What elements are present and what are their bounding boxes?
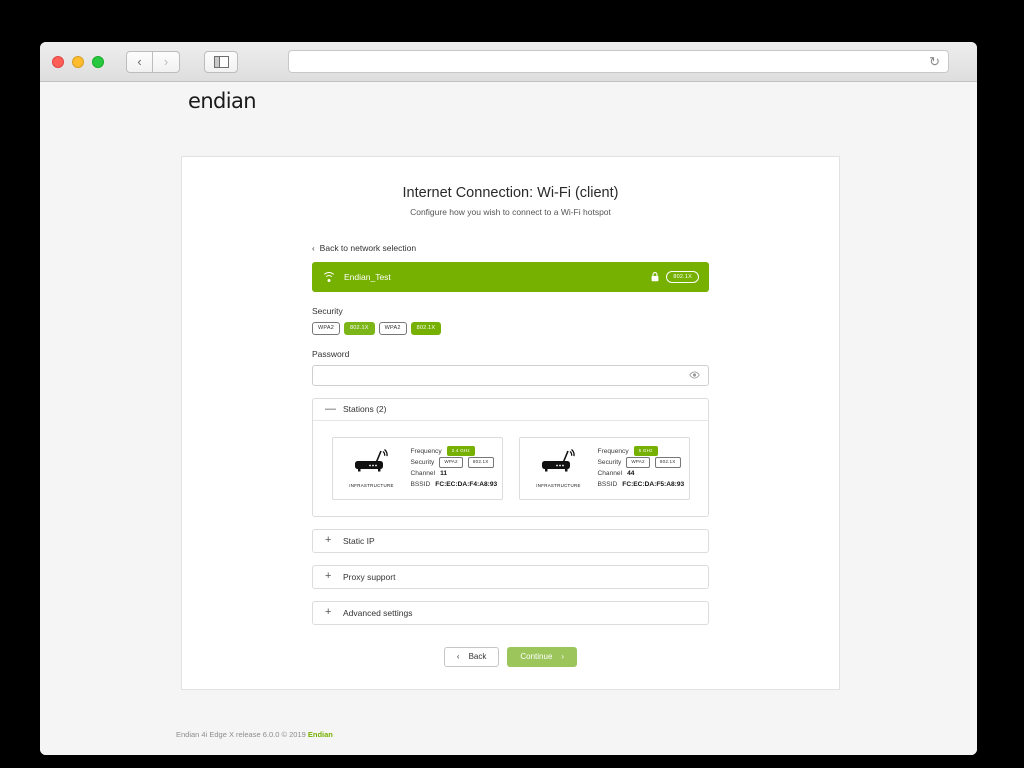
stations-accordion: — Stations (2) INFRASTRUCTURE Frequency … bbox=[312, 397, 709, 517]
channel-label: Channel bbox=[597, 470, 623, 478]
advanced-settings-accordion-header[interactable]: + Advanced settings bbox=[313, 602, 708, 624]
address-bar[interactable]: ↻ bbox=[288, 50, 949, 73]
security-badge: 802.1X bbox=[343, 322, 375, 335]
advanced-settings-accordion: + Advanced settings bbox=[312, 600, 709, 625]
channel-value: 11 bbox=[440, 470, 448, 478]
station-details: Frequency 5 GHz Security WPA2 802.1X Cha… bbox=[597, 445, 685, 491]
network-ssid: Endian_Test bbox=[344, 272, 391, 282]
station-card[interactable]: INFRASTRUCTURE Frequency 2.4 GHz Securit… bbox=[331, 436, 503, 500]
station-mode-label: INFRASTRUCTURE bbox=[349, 483, 394, 489]
plus-icon: + bbox=[325, 570, 332, 583]
proxy-support-accordion-title: Proxy support bbox=[343, 571, 396, 582]
security-label: Security bbox=[410, 458, 435, 466]
security-label: Security bbox=[597, 458, 622, 466]
back-navigation-button[interactable]: ‹ bbox=[126, 50, 153, 73]
reload-icon[interactable]: ↻ bbox=[929, 55, 940, 68]
back-to-network-selection-link[interactable]: ‹ Back to network selection bbox=[312, 243, 709, 253]
footer-text: Endian 4i Edge X release 6.0.0 © 2019 bbox=[176, 730, 308, 739]
station-security-badge: WPA2 bbox=[626, 457, 650, 468]
sidebar-icon bbox=[213, 55, 229, 68]
stations-accordion-body: INFRASTRUCTURE Frequency 2.4 GHz Securit… bbox=[313, 421, 708, 516]
browser-window: ‹ › ↻ endian Internet Connection: Wi-Fi … bbox=[40, 42, 977, 755]
security-badge-list: WPA2 802.1X WPA2 802.1X bbox=[312, 322, 709, 335]
minimize-window-button[interactable] bbox=[72, 55, 84, 68]
proxy-support-accordion: + Proxy support bbox=[312, 564, 709, 589]
plus-icon: + bbox=[325, 534, 332, 547]
plus-icon: + bbox=[325, 606, 332, 619]
browser-titlebar: ‹ › ↻ bbox=[40, 42, 977, 82]
continue-button-label: Continue bbox=[520, 652, 553, 662]
back-button-label: Back bbox=[468, 652, 487, 662]
static-ip-accordion: + Static IP bbox=[312, 528, 709, 553]
static-ip-accordion-title: Static IP bbox=[343, 535, 375, 546]
bssid-label: BSSID bbox=[597, 481, 618, 489]
stations-list: INFRASTRUCTURE Frequency 2.4 GHz Securit… bbox=[325, 436, 696, 500]
advanced-settings-accordion-title: Advanced settings bbox=[343, 607, 413, 618]
footer-brand-link[interactable]: Endian bbox=[308, 730, 333, 739]
station-details: Frequency 2.4 GHz Security WPA2 802.1X C… bbox=[410, 445, 498, 491]
eye-icon[interactable] bbox=[689, 371, 700, 379]
maximize-window-button[interactable] bbox=[92, 55, 104, 68]
password-input[interactable] bbox=[321, 369, 689, 381]
wizard-card: Internet Connection: Wi-Fi (client) Conf… bbox=[181, 156, 840, 690]
selected-network-row[interactable]: Endian_Test 802.1X bbox=[312, 262, 709, 292]
bssid-value: FC:EC:DA:F4:A8:93 bbox=[435, 481, 498, 489]
lock-icon bbox=[651, 272, 659, 282]
station-graphic: INFRASTRUCTURE bbox=[528, 448, 590, 488]
station-card[interactable]: INFRASTRUCTURE Frequency 5 GHz Security bbox=[518, 436, 690, 500]
channel-label: Channel bbox=[410, 470, 436, 478]
password-label: Password bbox=[312, 348, 350, 359]
frequency-label: Frequency bbox=[597, 447, 629, 455]
chevron-right-icon: › bbox=[163, 54, 169, 69]
stations-accordion-header[interactable]: — Stations (2) bbox=[313, 399, 708, 421]
bssid-value: FC:EC:DA:F5:A8:93 bbox=[622, 481, 685, 489]
page-footer: Endian 4i Edge X release 6.0.0 © 2019 En… bbox=[40, 730, 977, 755]
router-icon bbox=[541, 449, 575, 472]
page-title: Internet Connection: Wi-Fi (client) bbox=[402, 185, 619, 201]
nav-buttons: ‹ › bbox=[126, 50, 180, 73]
proxy-support-accordion-header[interactable]: + Proxy support bbox=[313, 566, 708, 588]
web-page: endian Internet Connection: Wi-Fi (clien… bbox=[40, 82, 977, 755]
back-link-label: Back to network selection bbox=[319, 243, 417, 253]
forward-navigation-button[interactable]: › bbox=[153, 50, 180, 73]
chevron-left-icon: ‹ bbox=[456, 652, 460, 662]
show-sidebar-button[interactable] bbox=[204, 50, 238, 73]
continue-button[interactable]: Continue › bbox=[507, 646, 578, 667]
password-field-wrapper[interactable] bbox=[312, 364, 709, 386]
window-controls bbox=[52, 55, 104, 68]
security-badge: WPA2 bbox=[312, 322, 340, 335]
chevron-left-icon: ‹ bbox=[312, 243, 315, 253]
frequency-value: 2.4 GHz bbox=[446, 445, 475, 457]
minus-icon: — bbox=[325, 402, 336, 415]
wifi-icon bbox=[322, 271, 336, 283]
close-window-button[interactable] bbox=[52, 55, 64, 68]
chevron-right-icon: › bbox=[561, 652, 565, 662]
stations-accordion-title: Stations (2) bbox=[343, 404, 387, 414]
site-header: endian bbox=[40, 82, 977, 120]
station-security-badge: WPA2 bbox=[439, 457, 463, 468]
static-ip-accordion-header[interactable]: + Static IP bbox=[313, 530, 708, 552]
router-icon bbox=[354, 449, 388, 472]
bssid-label: BSSID bbox=[410, 481, 431, 489]
wizard-body: ‹ Back to network selection Endian_Test bbox=[182, 243, 839, 667]
back-button[interactable]: ‹ Back bbox=[443, 646, 500, 667]
frequency-value: 5 GHz bbox=[633, 445, 658, 457]
station-security-badge: 802.1X bbox=[654, 457, 681, 468]
network-security-badge: 802.1X bbox=[666, 271, 699, 283]
security-label: Security bbox=[312, 306, 343, 316]
chevron-left-icon: ‹ bbox=[137, 54, 142, 69]
station-graphic: INFRASTRUCTURE bbox=[341, 448, 403, 488]
security-badge: WPA2 bbox=[378, 322, 407, 335]
station-security-badge: 802.1X bbox=[467, 457, 494, 468]
security-badge: 802.1X bbox=[410, 322, 442, 335]
frequency-label: Frequency bbox=[410, 447, 442, 455]
page-subtitle: Configure how you wish to connect to a W… bbox=[410, 207, 611, 217]
station-mode-label: INFRASTRUCTURE bbox=[536, 483, 581, 489]
endian-logo: endian bbox=[188, 89, 257, 113]
channel-value: 44 bbox=[627, 470, 635, 478]
wizard-actions: ‹ Back Continue › bbox=[312, 646, 709, 667]
